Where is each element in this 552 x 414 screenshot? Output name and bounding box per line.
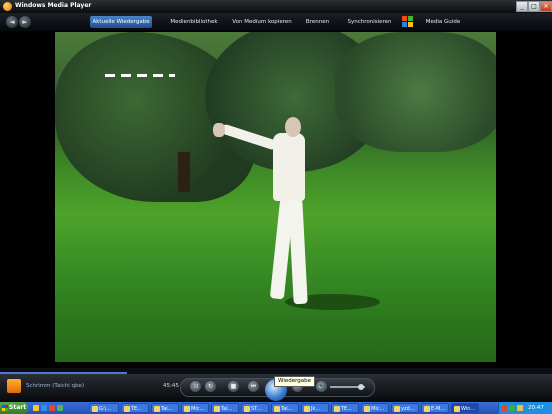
tray-icon[interactable] <box>501 405 507 411</box>
status-text: Schrimm (Taichi qbe) <box>26 383 85 389</box>
play-tooltip: Wiedergabe <box>274 376 316 387</box>
video-display[interactable] <box>55 32 496 362</box>
tree <box>335 32 496 152</box>
windows-flag-icon <box>2 405 8 411</box>
stop-icon[interactable]: ■ <box>228 381 239 392</box>
taskbar-item[interactable]: Tai... <box>271 403 299 413</box>
minimize-button[interactable]: _ <box>516 1 528 12</box>
taskbar-item[interactable]: yzd... <box>391 403 419 413</box>
back-button[interactable]: ◄ <box>6 16 18 28</box>
mute-icon[interactable]: 🔈 <box>316 381 327 392</box>
taskbar-item[interactable]: Jk... <box>301 403 329 413</box>
taskbar-item[interactable]: ST... <box>241 403 269 413</box>
shuffle-icon[interactable]: ⤨ <box>190 381 201 392</box>
video-overlay-dashes <box>105 74 175 77</box>
start-button[interactable]: Start <box>0 402 28 414</box>
tree-trunk <box>178 152 190 192</box>
taskbar-item[interactable]: Tai... <box>151 403 179 413</box>
taskbar-item[interactable]: Tai... <box>211 403 239 413</box>
windows-logo-icon <box>402 16 414 28</box>
start-label: Start <box>9 404 27 411</box>
taskbar-clock: 20:47 <box>528 405 544 411</box>
taskbar-item[interactable]: E-M... <box>421 403 449 413</box>
tray-icon[interactable] <box>509 405 515 411</box>
taskbar-item[interactable]: TE... <box>331 403 359 413</box>
volume-knob[interactable] <box>358 384 364 390</box>
tray-icon[interactable] <box>517 405 523 411</box>
quicklaunch-icon[interactable] <box>41 405 47 411</box>
forward-button[interactable]: ► <box>19 16 31 28</box>
quicklaunch-icon[interactable] <box>33 405 39 411</box>
taskbar-item[interactable]: Mic... <box>181 403 209 413</box>
taskbar-item[interactable]: Mic... <box>361 403 389 413</box>
tab-media-guide[interactable]: Media Guide <box>420 16 466 28</box>
previous-icon[interactable]: ⏮ <box>248 381 259 392</box>
person-figure <box>213 117 325 312</box>
repeat-icon[interactable]: ↻ <box>205 381 216 392</box>
tab-rip[interactable]: Von Medium kopieren <box>225 16 299 28</box>
maximize-button[interactable]: □ <box>528 1 540 12</box>
tab-now-playing[interactable]: Aktuelle Wiedergabe <box>90 16 152 28</box>
window-title: Windows Media Player <box>15 2 92 9</box>
now-playing-icon <box>7 379 21 393</box>
tab-library[interactable]: Medienbibliothek <box>164 16 224 28</box>
quicklaunch-icon[interactable] <box>57 405 63 411</box>
tab-burn[interactable]: Brennen <box>300 16 335 28</box>
taskbar-item-active[interactable]: Win... <box>451 403 479 413</box>
taskbar-item[interactable]: G:\... <box>89 403 119 413</box>
quicklaunch-icon[interactable] <box>49 405 55 411</box>
media-player-icon <box>3 2 12 11</box>
tab-sync[interactable]: Synchronisieren <box>342 16 397 28</box>
close-button[interactable]: ✕ <box>540 1 552 12</box>
elapsed-time: 45:45 <box>163 383 179 389</box>
taskbar-item[interactable]: TE... <box>121 403 149 413</box>
